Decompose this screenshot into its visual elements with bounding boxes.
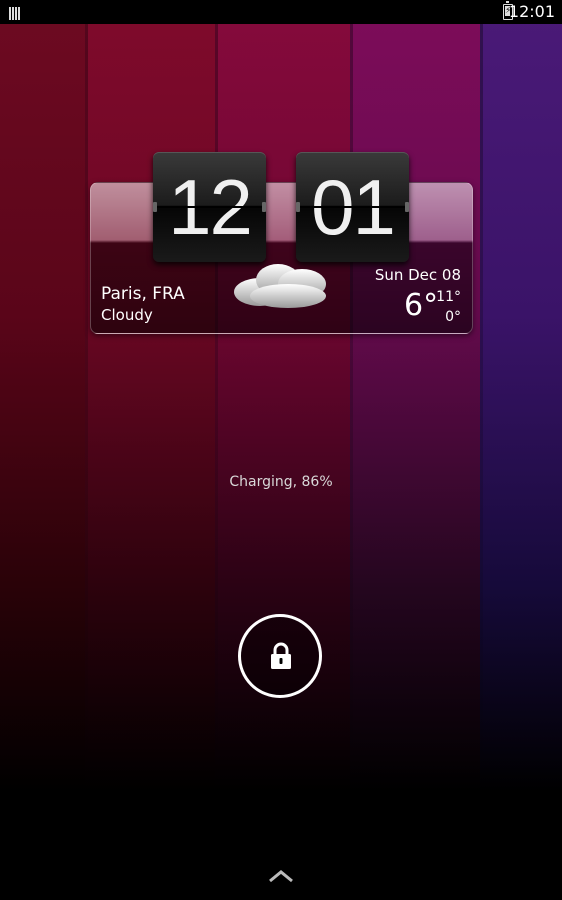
flip-hinge bbox=[262, 202, 266, 212]
clock-minutes-card: 01 bbox=[296, 152, 409, 262]
stripe-divider bbox=[480, 0, 483, 900]
flip-hinge bbox=[296, 202, 300, 212]
weather-date: Sun Dec 08 bbox=[374, 266, 461, 284]
status-bar[interactable]: ⚡ 12:01 bbox=[0, 0, 562, 24]
flip-split-line bbox=[296, 206, 409, 208]
wallpaper-stripe bbox=[0, 0, 85, 900]
wallpaper-stripe bbox=[480, 0, 562, 900]
wallpaper bbox=[0, 0, 562, 900]
stripe-divider bbox=[215, 0, 218, 900]
weather-temp-current: 6° bbox=[404, 288, 439, 323]
lock-screen: ⚡ 12:01 12 01 Paris, FRA Cloudy Sun Dec bbox=[0, 0, 562, 900]
weather-temp-low: 0° bbox=[445, 309, 461, 325]
charging-status: Charging, 86% bbox=[229, 474, 333, 490]
status-bar-time: 12:01 bbox=[508, 2, 555, 21]
stripe-divider bbox=[350, 0, 353, 900]
flip-hinge bbox=[405, 202, 409, 212]
flip-split-line bbox=[153, 206, 266, 208]
stripe-divider bbox=[85, 0, 88, 900]
weather-temp-high: 11° bbox=[436, 289, 461, 305]
lock-icon bbox=[271, 642, 291, 669]
chevron-up-icon[interactable] bbox=[267, 868, 295, 884]
unlock-button[interactable] bbox=[238, 614, 322, 698]
wallpaper-stripe bbox=[85, 0, 215, 900]
cloud-icon bbox=[234, 264, 326, 308]
flip-hinge bbox=[153, 202, 157, 212]
weather-city: Paris, FRA bbox=[101, 284, 185, 304]
notification-bars-icon bbox=[9, 5, 23, 20]
clock-hours-card: 12 bbox=[153, 152, 266, 262]
weather-condition: Cloudy bbox=[101, 306, 153, 324]
wallpaper-stripe bbox=[215, 0, 350, 900]
wallpaper-stripe bbox=[350, 0, 480, 900]
